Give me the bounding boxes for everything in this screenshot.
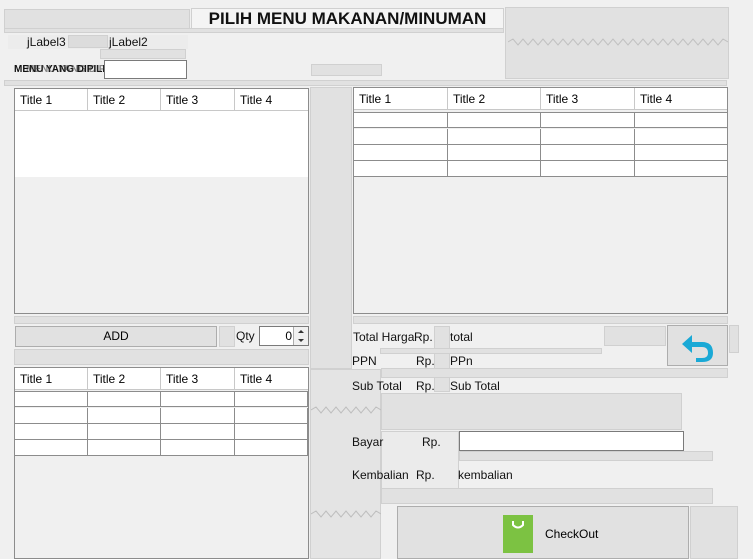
ppn-value: PPn xyxy=(450,354,473,368)
selected-menu-field[interactable] xyxy=(104,60,187,79)
cart-table-col-2[interactable]: Title 2 xyxy=(88,368,161,390)
menu-table[interactable]: Title 1 Title 2 Title 3 Title 4 xyxy=(14,88,309,314)
jlabel3: jLabel3 xyxy=(27,35,66,49)
back-arrow-icon xyxy=(681,335,713,362)
panel-edge-zigzag xyxy=(508,38,728,46)
cart-table-col-3[interactable]: Title 3 xyxy=(161,368,235,390)
order-table-col-3[interactable]: Title 3 xyxy=(541,88,635,110)
title-underline xyxy=(4,28,504,33)
qty-down-button[interactable] xyxy=(293,336,308,345)
qty-spinner[interactable]: 0 xyxy=(259,326,309,346)
checkout-label: CheckOut xyxy=(545,527,599,541)
summary-strip-2 xyxy=(381,368,728,378)
chevron-up-icon xyxy=(298,330,304,333)
bayar-rp-label: Rp. xyxy=(422,435,441,449)
summary-strip-4 xyxy=(381,488,713,504)
jlabel-underbar xyxy=(100,49,186,59)
table-row[interactable] xyxy=(15,391,308,407)
center-column-lower xyxy=(310,369,381,559)
table-row[interactable] xyxy=(15,424,308,440)
summary-strip-1 xyxy=(380,348,602,354)
cart-table-col-4[interactable]: Title 4 xyxy=(235,368,308,390)
chevron-down-icon xyxy=(298,339,304,342)
sub-total-value: Sub Total xyxy=(450,379,500,393)
total-value: total xyxy=(450,330,473,344)
left-mid-strip xyxy=(14,316,309,324)
order-table-col-1[interactable]: Title 1 xyxy=(354,88,448,110)
cart-table-col-1[interactable]: Title 1 xyxy=(15,368,88,390)
order-table-col-2[interactable]: Title 2 xyxy=(448,88,541,110)
order-table-col-4[interactable]: Title 4 xyxy=(635,88,727,110)
top-divider xyxy=(4,80,727,86)
total-rp-label: Rp. xyxy=(414,330,433,344)
summary-top-strip xyxy=(353,316,728,324)
menu-table-col-2[interactable]: Title 2 xyxy=(88,89,161,111)
qty-label: Qty xyxy=(236,329,255,343)
center-zigzag-2 xyxy=(311,510,381,518)
checkout-button[interactable]: CheckOut xyxy=(397,506,689,559)
qty-spacer xyxy=(219,326,235,347)
page-title: PILIH MENU MAKANAN/MINUMAN xyxy=(191,8,504,30)
bayar-label: Bayar xyxy=(352,435,384,449)
kembalian-label: Kembalian xyxy=(352,468,409,482)
kembalian-value: kembalian xyxy=(458,468,513,482)
center-column xyxy=(310,87,352,369)
jlabel2: jLabel2 xyxy=(109,35,148,49)
kembalian-rp-label: Rp. xyxy=(416,468,435,482)
table-row[interactable] xyxy=(15,408,308,424)
menu-table-col-1[interactable]: Title 1 xyxy=(15,89,88,111)
summary-block xyxy=(381,393,682,430)
left-mid-strip-2 xyxy=(14,349,309,365)
shopping-bag-icon xyxy=(503,515,533,553)
back-button[interactable] xyxy=(667,325,728,366)
checkout-side-box xyxy=(690,506,738,559)
table-row[interactable] xyxy=(354,161,728,177)
rp-column xyxy=(434,326,450,392)
jlabel-box xyxy=(68,35,108,48)
menu-table-col-4[interactable]: Title 4 xyxy=(235,89,308,111)
total-harga-label: Total Harga xyxy=(353,330,415,344)
add-button[interactable]: ADD xyxy=(15,326,217,347)
table-row[interactable] xyxy=(354,145,728,161)
bayar-input[interactable] xyxy=(459,431,684,451)
order-table[interactable]: Title 1 Title 2 Title 3 Title 4 xyxy=(353,87,728,314)
menu-table-col-3[interactable]: Title 3 xyxy=(161,89,235,111)
small-bar-center xyxy=(311,64,382,76)
summary-strip-3 xyxy=(459,451,713,461)
ppn-label: PPN xyxy=(352,354,377,368)
table-row[interactable] xyxy=(354,112,728,128)
sub-total-label: Sub Total xyxy=(352,379,402,393)
qty-value: 0 xyxy=(285,329,292,343)
table-row[interactable] xyxy=(354,129,728,145)
sub-total-rp-label: Rp. xyxy=(416,379,435,393)
center-zigzag-1 xyxy=(311,406,381,414)
ppn-rp-label: Rp. xyxy=(416,354,435,368)
cart-table[interactable]: Title 1 Title 2 Title 3 Title 4 xyxy=(14,367,309,559)
table-row[interactable] xyxy=(15,440,308,456)
right-edge-bar xyxy=(729,325,739,353)
top-bar-left xyxy=(4,9,190,29)
total-field-box xyxy=(604,326,666,346)
